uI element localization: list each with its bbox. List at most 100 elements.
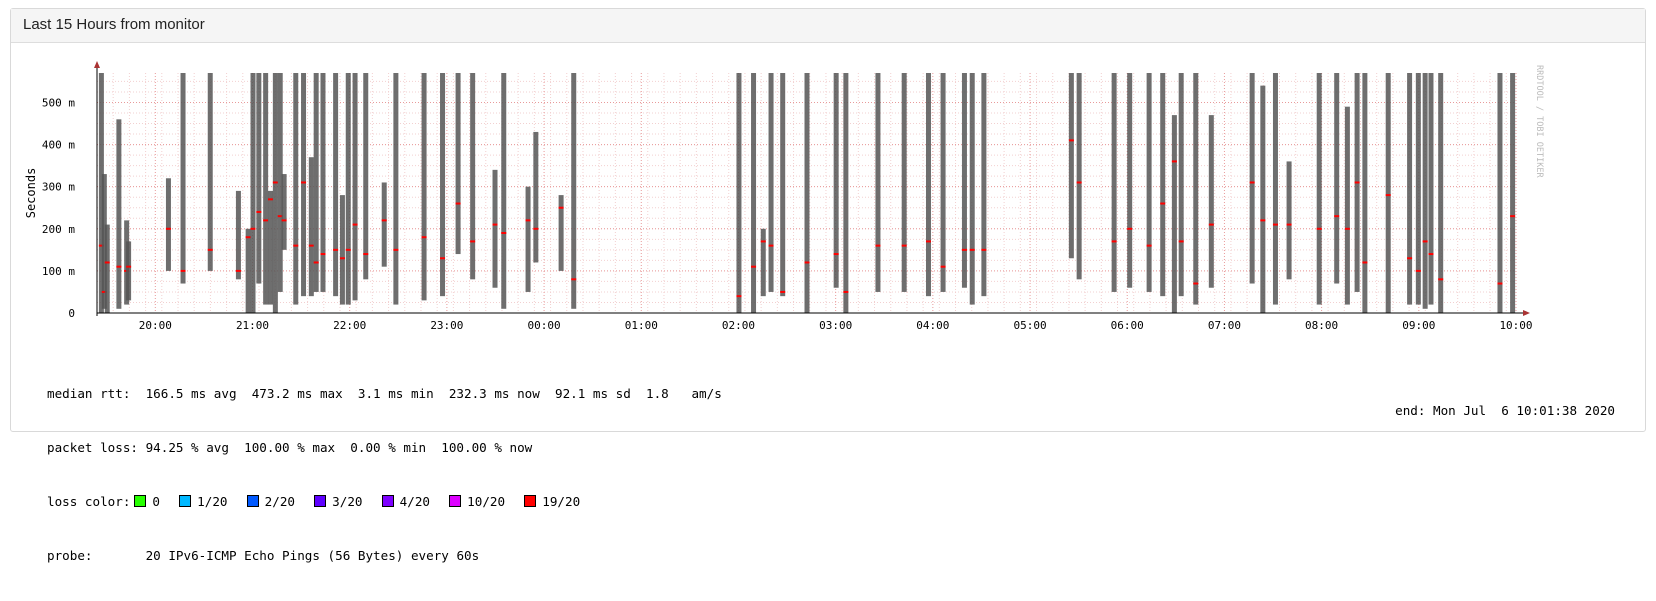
x-tick-label: 02:00 [722,319,755,332]
rtt-bar [339,195,345,305]
rtt-bar [843,73,849,313]
rtt-bar [1510,73,1516,313]
rtt-bar [293,73,299,305]
rrdtool-watermark: RRDTOOL / TOBI OETIKER [1534,65,1544,178]
rtt-bar [1146,73,1152,292]
median-marker [768,244,774,247]
probe-value: 20 IPv6-ICMP Echo Pings (56 Bytes) every… [145,548,480,563]
rtt-bar [533,131,539,263]
rtt-bar [381,182,387,267]
x-tick-label: 00:00 [528,319,561,332]
graph-panel: Last 15 Hours from monitor 0 100 m 200 m 30… [10,8,1646,563]
rtt-bar [345,73,351,305]
rtt-bar [268,190,274,305]
rtt-bar [180,73,186,284]
rtt-bar [165,178,171,271]
median-marker [843,290,849,293]
median-marker [352,223,358,226]
rtt-bar [1438,73,1444,313]
x-tick-label: 22:00 [333,319,366,332]
median-marker [1334,215,1340,218]
median-marker [470,240,476,243]
median-marker [760,240,766,243]
loss-color-item-label: 3/20 [332,494,378,509]
median-marker [272,181,278,184]
loss-color-item: 3/20 [310,494,378,509]
rtt-bar [104,224,110,313]
rtt-bar [1127,73,1133,288]
median-marker [492,223,498,226]
median-marker [925,240,931,243]
median-marker [440,257,446,260]
median-marker [1076,181,1082,184]
median-marker [1428,253,1434,256]
end-time: end: Mon Jul 6 10:01:38 2020 [1395,403,1615,418]
median-marker [1385,194,1391,197]
median-marker [558,206,564,209]
y-tick-label: 400 m [42,139,75,152]
latency-chart: 0 100 m 200 m 300 m 400 m 500 m 20:00 21:00 22:0… [24,61,1544,332]
rtt-bar [333,73,339,297]
rtt-bar [1286,161,1292,280]
median-marker [308,244,314,247]
rtt-bar [525,186,531,292]
rtt-bar [1497,73,1503,313]
median-marker [455,202,461,205]
rtt-bar [1272,73,1278,305]
rtt-bar [1178,73,1184,297]
rtt-bar [751,73,757,313]
median-marker [1208,223,1214,226]
loss-color-item: 4/20 [378,494,446,509]
rtt-bar [760,228,766,297]
rtt-bar [1208,115,1214,288]
median-marker [421,236,427,239]
rtt-bar [1076,73,1082,280]
median-marker [1344,227,1350,230]
rtt-bar [961,73,967,288]
x-tick-label: 06:00 [1111,319,1144,332]
rtt-bar [1407,73,1413,305]
median-marker [1160,202,1166,205]
loss-color-swatch [381,495,394,507]
panel-title: Last 15 Hours from monitor [11,9,1645,43]
median-marker [256,210,262,213]
y-axis-label: Seconds [24,168,38,219]
median-marker [1286,223,1292,226]
loss-color-swatch [314,495,327,507]
median-marker [1068,139,1074,142]
rtt-bar [301,73,307,297]
median-marker [381,219,387,222]
median-marker [235,269,241,272]
median-marker [525,219,531,222]
median-marker [104,261,110,264]
median-marker [180,269,186,272]
y-tick-label: 100 m [42,265,75,278]
probe-label: probe: [47,548,93,563]
median-marker [1316,227,1322,230]
loss-color-swatch [179,495,192,507]
x-tick-label: 04:00 [916,319,949,332]
median-marker [165,227,171,230]
median-marker [333,248,339,251]
x-axis-arrow [1523,310,1530,316]
rtt-bar [207,73,213,271]
rtt-bar [116,119,122,309]
x-tick-label: 07:00 [1208,319,1241,332]
rtt-bar [455,73,461,255]
loss-color-item-label: 19/20 [542,494,596,509]
rtt-bar [501,73,507,309]
y-tick-label: 300 m [42,181,75,194]
median-marker [301,181,307,184]
rtt-bar [969,73,975,305]
median-marker [1193,282,1199,285]
rtt-bar [780,73,786,297]
rtt-bar [440,73,446,297]
median-marker [126,265,132,268]
median-marker [736,295,742,298]
median-marker [804,261,810,264]
rtt-bar [492,169,498,288]
rtt-bar [320,73,326,292]
rtt-bar [245,228,251,313]
median-marker [1146,244,1152,247]
loss-color-swatch [524,495,537,507]
